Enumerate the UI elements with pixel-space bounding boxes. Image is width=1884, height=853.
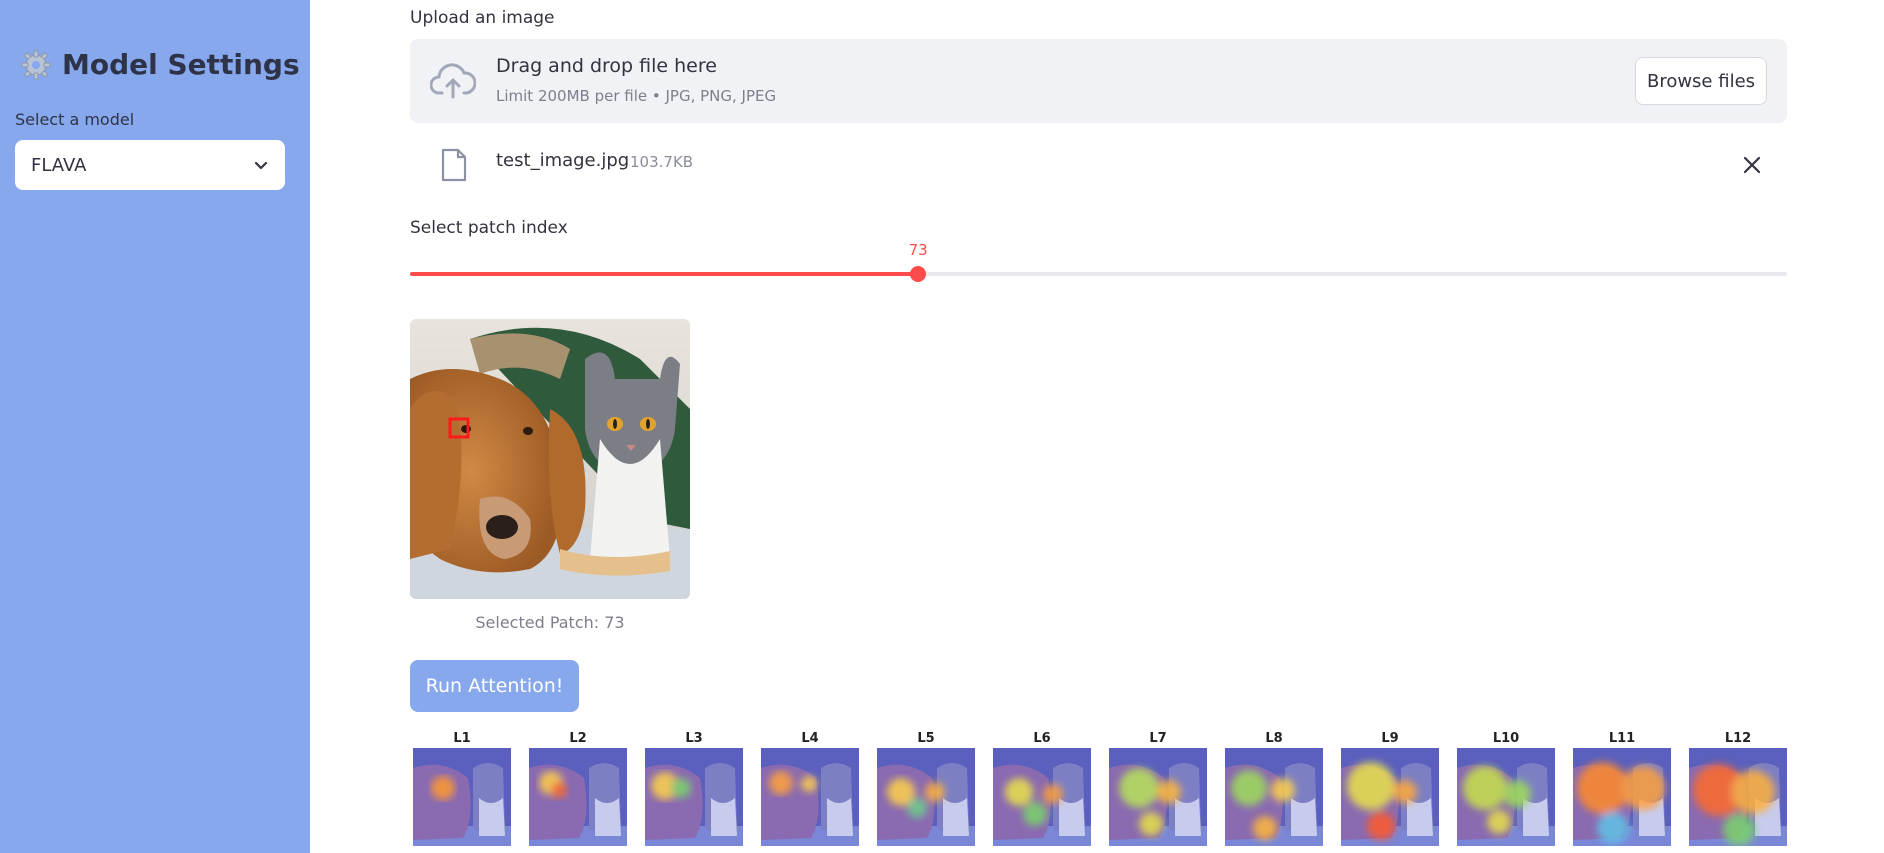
layer-12: L12 [1689,730,1787,846]
attention-heatmap-thumbnail [1225,748,1323,846]
file-icon [441,148,467,182]
attention-heatmap-thumbnail [877,748,975,846]
model-select[interactable]: FLAVA [15,140,285,190]
main-content: Upload an image Drag and drop file here … [410,0,1788,853]
slider-fill [410,272,919,276]
layer-label: L8 [1265,731,1283,746]
layer-label: L11 [1608,731,1636,746]
layer-label: L12 [1724,731,1752,746]
layer-label: L4 [801,731,819,746]
slider-value: 73 [908,241,928,259]
image-caption: Selected Patch: 73 [475,613,625,632]
browse-files-button[interactable]: Browse files [1635,57,1767,105]
layer-label: L1 [453,731,471,746]
sidebar-title: Model Settings [20,48,300,81]
attention-heatmap-thumbnail [761,748,859,846]
layer-label: L6 [1033,731,1051,746]
attention-heatmap-thumbnail [1457,748,1555,846]
attention-heatmap-thumbnail [645,748,743,846]
patch-index-label: Select patch index [410,218,568,238]
layer-1: L1 [413,730,511,846]
attention-heatmap-thumbnail [1689,748,1787,846]
cloud-upload-icon [430,63,476,99]
file-name: test_image.jpg [496,150,630,171]
layer-label: L5 [917,731,935,746]
sidebar-title-text: Model Settings [62,48,300,81]
layer-11: L11 [1573,730,1671,846]
attention-heatmap-thumbnail [1573,748,1671,846]
layer-label: L10 [1492,731,1520,746]
close-icon[interactable] [1739,152,1765,178]
uploaded-file-row: test_image.jpg 103.7KB [410,140,1787,190]
slider-thumb[interactable] [910,266,927,282]
sidebar: Model Settings Select a model FLAVA [0,0,310,853]
layer-6: L6 [993,730,1091,846]
upload-label: Upload an image [410,8,555,28]
layer-7: L7 [1109,730,1207,846]
attention-heatmap-thumbnail [413,748,511,846]
layer-10: L10 [1457,730,1555,846]
model-select-value: FLAVA [31,154,87,176]
layer-label: L9 [1381,731,1399,746]
selected-patch-image [410,319,690,599]
run-attention-button[interactable]: Run Attention! [410,660,579,712]
attention-heatmap-thumbnail [993,748,1091,846]
dropzone-limits: Limit 200MB per file • JPG, PNG, JPEG [496,87,777,105]
file-size: 103.7KB [630,153,694,171]
patch-index-slider[interactable]: 73 [410,241,1787,282]
gear-icon [21,50,51,79]
layer-label: L7 [1149,731,1167,746]
file-dropzone[interactable]: Drag and drop file here Limit 200MB per … [410,39,1787,123]
layer-3: L3 [645,730,743,846]
layer-label: L2 [569,731,587,746]
layer-9: L9 [1341,730,1439,846]
attention-heatmap-thumbnail [529,748,627,846]
dropzone-title: Drag and drop file here [496,55,717,77]
model-select-label: Select a model [15,110,135,129]
attention-layer-strip: L1 L2 L3 L4 L5 L6 L7 L8 L9 L10 L11 L12 [410,730,1788,853]
layer-8: L8 [1225,730,1323,846]
layer-2: L2 [529,730,627,846]
chevron-down-icon [254,161,268,170]
layer-5: L5 [877,730,975,846]
attention-heatmap-thumbnail [1341,748,1439,846]
layer-label: L3 [685,731,703,746]
attention-heatmap-thumbnail [1109,748,1207,846]
layer-4: L4 [761,730,859,846]
